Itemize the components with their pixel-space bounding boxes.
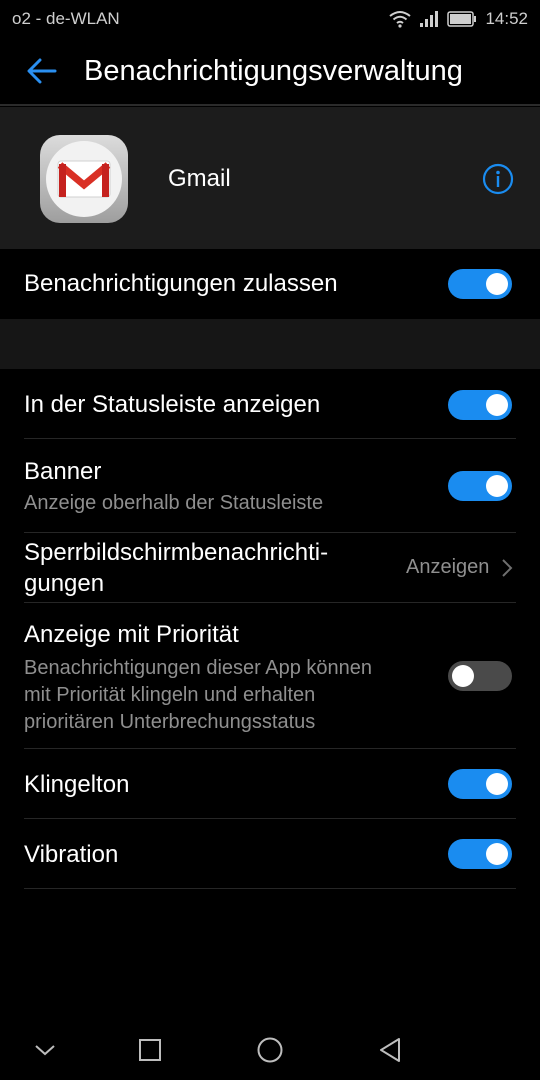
priority-label: Anzeige mit Priorität [24, 621, 239, 648]
priority-row[interactable]: Anzeige mit Priorität Benachrichtigungen… [0, 603, 540, 749]
circle-icon [257, 1037, 283, 1063]
clock-label: 14:52 [485, 9, 528, 28]
allow-notifications-row[interactable]: Benachrichtigungen zulassen [0, 249, 540, 319]
app-bar: Benachrichtigungsverwaltung [0, 38, 540, 106]
home-button[interactable] [252, 1032, 288, 1068]
page-title: Benachrichtigungsverwaltung [84, 54, 463, 87]
carrier-label: o2 - de-WLAN [12, 9, 120, 28]
section-separator [0, 319, 540, 369]
banner-label: Banner [24, 458, 102, 485]
priority-desc-line2: mit Priorität klingeln und erhalten [24, 684, 316, 706]
chevron-down-icon [35, 1045, 55, 1056]
status-bar: o2 - de-WLAN 14:52 [0, 0, 540, 38]
app-header: Gmail [0, 107, 540, 249]
divider [24, 888, 516, 889]
statusbar-label: In der Statusleiste anzeigen [24, 391, 321, 418]
statusbar-toggle[interactable] [448, 390, 512, 420]
recents-button[interactable] [132, 1032, 168, 1068]
banner-description: Anzeige oberhalb der Statusleiste [24, 492, 324, 514]
wifi-icon [389, 11, 412, 28]
ringtone-label: Klingelton [24, 771, 130, 798]
banner-row[interactable]: Banner Anzeige oberhalb der Statusleiste [0, 439, 540, 532]
back-nav-button[interactable] [372, 1032, 408, 1068]
vibration-toggle[interactable] [448, 839, 512, 869]
app-name: Gmail [168, 165, 231, 192]
ringtone-row[interactable]: Klingelton [0, 749, 540, 819]
ringtone-toggle[interactable] [448, 769, 512, 799]
signal-icon [420, 11, 439, 27]
info-button[interactable] [482, 163, 514, 195]
back-button[interactable] [22, 51, 62, 91]
square-icon [139, 1039, 161, 1061]
hide-nav-button[interactable] [27, 1032, 63, 1068]
allow-notifications-toggle[interactable] [448, 269, 512, 299]
chevron-right-icon [502, 559, 513, 577]
info-icon [482, 163, 514, 195]
priority-toggle[interactable] [448, 661, 512, 691]
lockscreen-label-line2: gungen [24, 570, 105, 597]
navigation-bar [0, 1020, 540, 1080]
vibration-row[interactable]: Vibration [0, 819, 540, 889]
lockscreen-label-line1: Sperrbildschirmbenachrichti- [24, 539, 329, 566]
gmail-icon [40, 135, 128, 223]
vibration-label: Vibration [24, 841, 119, 868]
status-icons: 14:52 [389, 9, 528, 29]
lockscreen-row[interactable]: Sperrbildschirmbenachrichti- gungen Anze… [0, 533, 540, 603]
statusbar-row[interactable]: In der Statusleiste anzeigen [0, 369, 540, 439]
battery-icon [447, 11, 477, 27]
allow-notifications-label: Benachrichtigungen zulassen [24, 270, 338, 297]
priority-desc-line1: Benachrichtigungen dieser App können [24, 657, 373, 679]
triangle-back-icon [380, 1038, 400, 1062]
arrow-back-icon [27, 58, 57, 84]
priority-desc-line3: prioritären Unterbrechungsstatus [24, 711, 316, 733]
banner-toggle[interactable] [448, 471, 512, 501]
lockscreen-value: Anzeigen [406, 556, 490, 578]
